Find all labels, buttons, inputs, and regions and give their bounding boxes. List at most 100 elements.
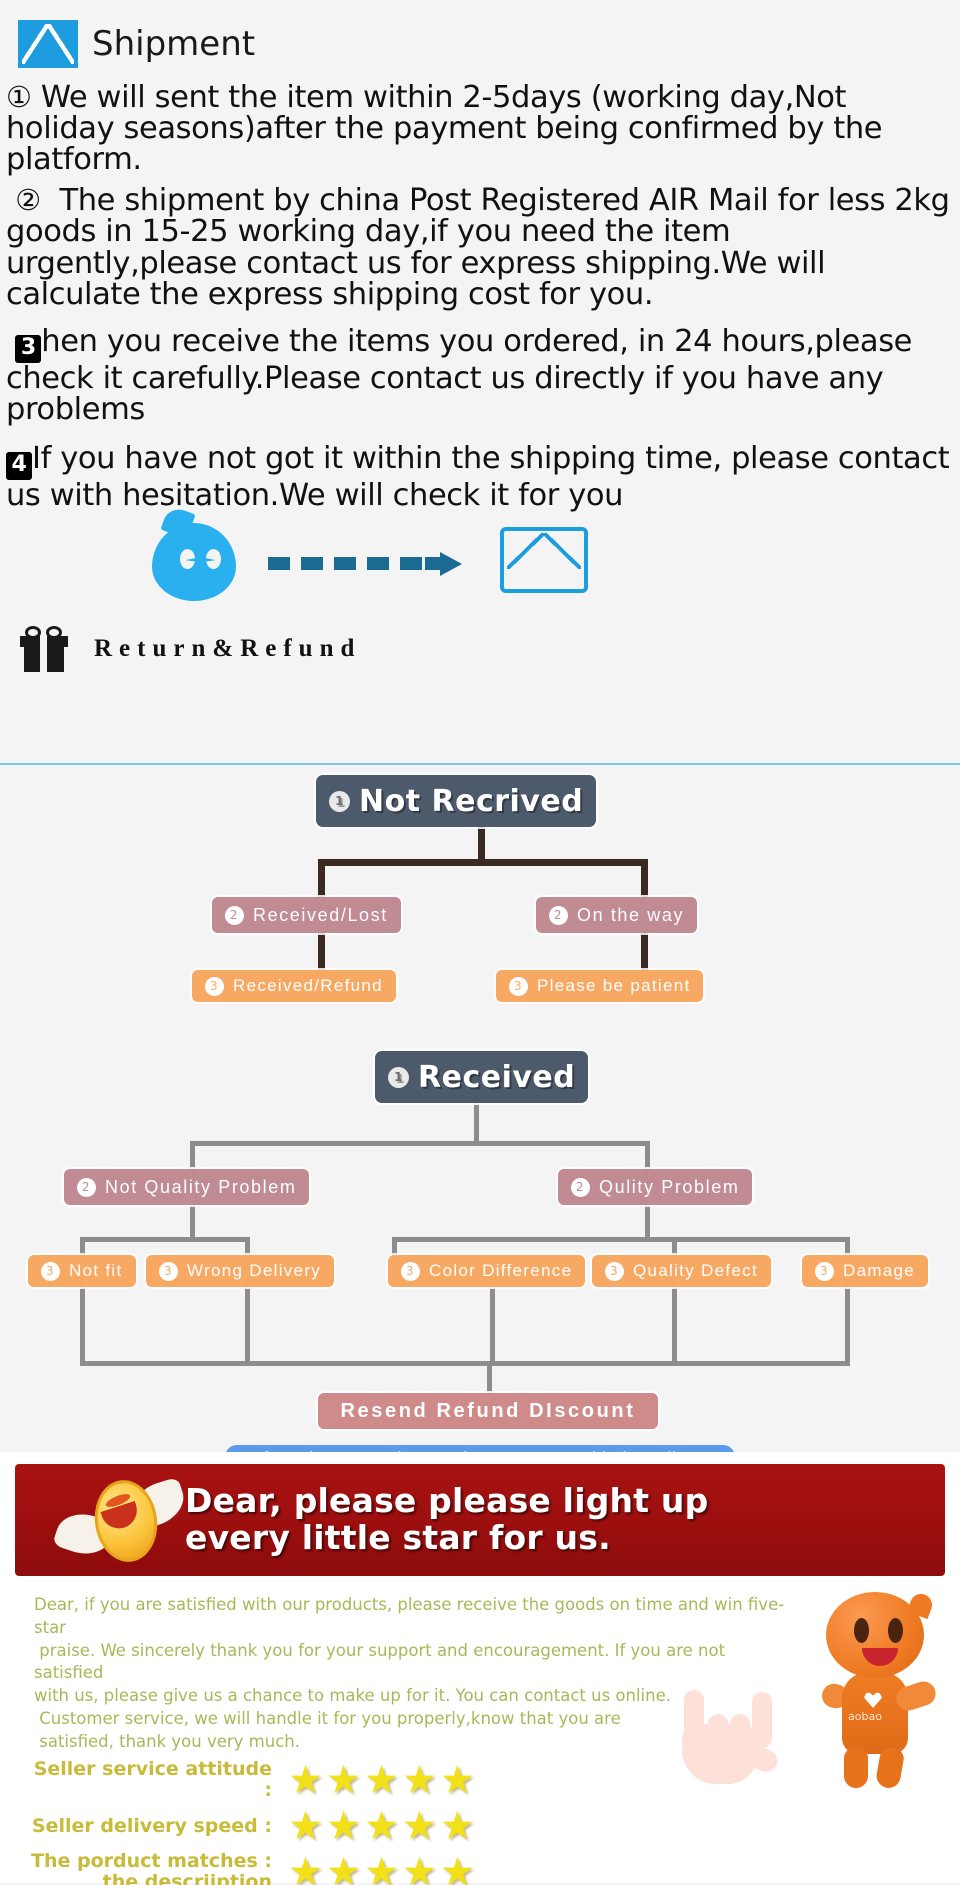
node-label: Received/Lost (253, 904, 388, 925)
node-badge: 2 (225, 905, 244, 925)
node-received[interactable]: 1 Received (375, 1051, 589, 1103)
node-badge: 3 (509, 976, 528, 996)
edge-quality-horizontal (392, 1237, 850, 1242)
node-received-lost[interactable]: 2 Received/Lost (212, 897, 401, 933)
shipment-item-4: 4 If you have not got it within the shipp… (0, 443, 960, 511)
envelope-icon (18, 20, 78, 68)
node-badge: 3 (205, 976, 224, 996)
star-rating-product-matches[interactable]: ★ ★ ★ ★ ★ (288, 1853, 475, 1885)
edge-collector-to-resend (487, 1361, 492, 1397)
star-icon[interactable]: ★ (364, 1853, 399, 1885)
node-quality-defect[interactable]: 3 Quality Defect (592, 1255, 771, 1287)
node-color-difference[interactable]: 3 Color Difference (388, 1255, 586, 1287)
return-refund-title: Return&Refund (94, 635, 362, 663)
review-paragraph: Dear, if you are satisfied with our prod… (34, 1595, 785, 1751)
marker-4: 4 (6, 451, 32, 480)
node-label: Color Difference (429, 1261, 573, 1280)
arrow-head-icon (440, 552, 462, 577)
node-please-be-patient[interactable]: 3 Please be patient (496, 970, 704, 1002)
node-badge: 3 (815, 1261, 834, 1281)
node-wrong-delivery[interactable]: 3 Wrong Delivery (146, 1255, 335, 1287)
edge-to-ontheway (641, 859, 648, 901)
shipment-item-3-text: hen you receive the items you ordered, i… (6, 323, 922, 427)
node-quality-problem[interactable]: 2 Qulity Problem (558, 1169, 753, 1205)
edge-quality-down (645, 1205, 650, 1241)
rating-rows: Seller service attitude : ★ ★ ★ ★ ★ Sell… (0, 1757, 960, 1885)
node-badge: 3 (605, 1261, 624, 1281)
edge-ontheway-down (641, 933, 648, 975)
star-icon[interactable]: ★ (288, 1853, 323, 1885)
marker-1: ① (6, 80, 32, 114)
edge-notquality-horizontal (80, 1237, 250, 1242)
shipment-item-1: ① We will sent the item within 2-5days (… (0, 82, 960, 175)
return-refund-header: Return&Refund (0, 619, 960, 679)
star-rating-service-attitude[interactable]: ★ ★ ★ ★ ★ (288, 1761, 475, 1800)
star-icon[interactable]: ★ (364, 1807, 399, 1846)
star-icon[interactable]: ★ (326, 1853, 361, 1885)
shipment-item-3: 3 hen you receive the items you ordered, … (0, 326, 960, 425)
node-not-fit[interactable]: 3 Not fit (28, 1255, 136, 1287)
edge-received-horizontal (190, 1141, 650, 1146)
page-title: Shipment (92, 24, 256, 64)
star-icon[interactable]: ★ (326, 1761, 361, 1800)
rating-row: Seller service attitude : ★ ★ ★ ★ ★ (30, 1757, 960, 1803)
mascot-brand-label: aobao (848, 1710, 882, 1723)
star-icon[interactable]: ★ (440, 1853, 475, 1885)
node-label: Received/Refund (233, 976, 383, 995)
marker-2: ② (15, 183, 41, 218)
angel-smiley-icon (52, 1470, 190, 1570)
star-icon[interactable]: ★ (440, 1761, 475, 1800)
edge-colordiff-down (490, 1287, 495, 1365)
node-damage[interactable]: 3 Damage (802, 1255, 929, 1287)
flowchart-footer-pill: If you have any else requirement you cou… (225, 1445, 735, 1452)
star-icon[interactable]: ★ (402, 1807, 437, 1846)
edge-collector-horizontal (80, 1361, 850, 1366)
shipment-item-2: ② The shipment by china Post Registered … (0, 183, 960, 310)
shipment-item-4-text: If you have not got it within the shippi… (6, 440, 959, 513)
node-received-refund[interactable]: 3 Received/Refund (192, 970, 396, 1002)
node-badge: 3 (159, 1261, 178, 1281)
mail-outline-icon (500, 527, 588, 594)
shipment-item-1-text: We will sent the item within 2-5days (wo… (6, 80, 892, 178)
star-icon[interactable]: ★ (402, 1761, 437, 1800)
star-icon[interactable]: ★ (364, 1761, 399, 1800)
review-banner: Dear, please please light up every littl… (15, 1464, 945, 1576)
node-label: Not Recrived (359, 783, 584, 819)
page-root: Shipment ① We will sent the item within … (0, 0, 960, 1885)
rating-label: Seller delivery speed : (31, 1814, 272, 1837)
star-icon[interactable]: ★ (440, 1807, 475, 1846)
edge-damage-down (845, 1287, 850, 1365)
edge-to-receivedlost (318, 859, 325, 901)
return-refund-flowchart: 1 Not Recrived 2 Received/Lost 2 On the … (0, 765, 960, 1452)
banner-text: Dear, please please light up every littl… (185, 1482, 708, 1557)
node-label: Wrong Delivery (187, 1261, 322, 1280)
blue-blob-mascot-icon (152, 523, 236, 602)
rating-label: Seller service attitude : (33, 1758, 272, 1802)
node-badge: 2 (549, 905, 568, 925)
star-icon[interactable]: ★ (288, 1807, 323, 1846)
shipment-flow-graphic (0, 519, 960, 609)
node-label: Quality Defect (633, 1261, 758, 1280)
node-badge: 3 (401, 1261, 420, 1281)
edge-wrongdelivery-down (245, 1287, 250, 1365)
shipment-header: Shipment (0, 14, 960, 74)
node-not-received[interactable]: 1 Not Recrived (316, 775, 597, 827)
node-resend-refund-discount[interactable]: Resend Refund DIscount (318, 1393, 658, 1429)
node-not-quality-problem[interactable]: 2 Not Quality Problem (64, 1169, 310, 1205)
node-badge: 2 (77, 1177, 96, 1197)
node-label: Not fit (69, 1261, 123, 1280)
node-label: On the way (577, 904, 685, 925)
node-on-the-way[interactable]: 2 On the way (536, 897, 698, 933)
star-rating-delivery-speed[interactable]: ★ ★ ★ ★ ★ (288, 1807, 475, 1846)
rating-row: Seller delivery speed : ★ ★ ★ ★ ★ (30, 1803, 960, 1849)
marker-3: 3 (15, 334, 42, 363)
star-icon[interactable]: ★ (402, 1853, 437, 1885)
star-icon[interactable]: ★ (288, 1761, 323, 1800)
star-icon[interactable]: ★ (326, 1807, 361, 1846)
node-label: Not Quality Problem (105, 1176, 297, 1197)
node-badge: 3 (41, 1261, 60, 1281)
node-badge: 2 (571, 1177, 590, 1197)
dashed-arrow-icon (268, 557, 422, 571)
edge-received-down (474, 1101, 479, 1145)
node-label: Resend Refund DIscount (340, 1399, 636, 1422)
